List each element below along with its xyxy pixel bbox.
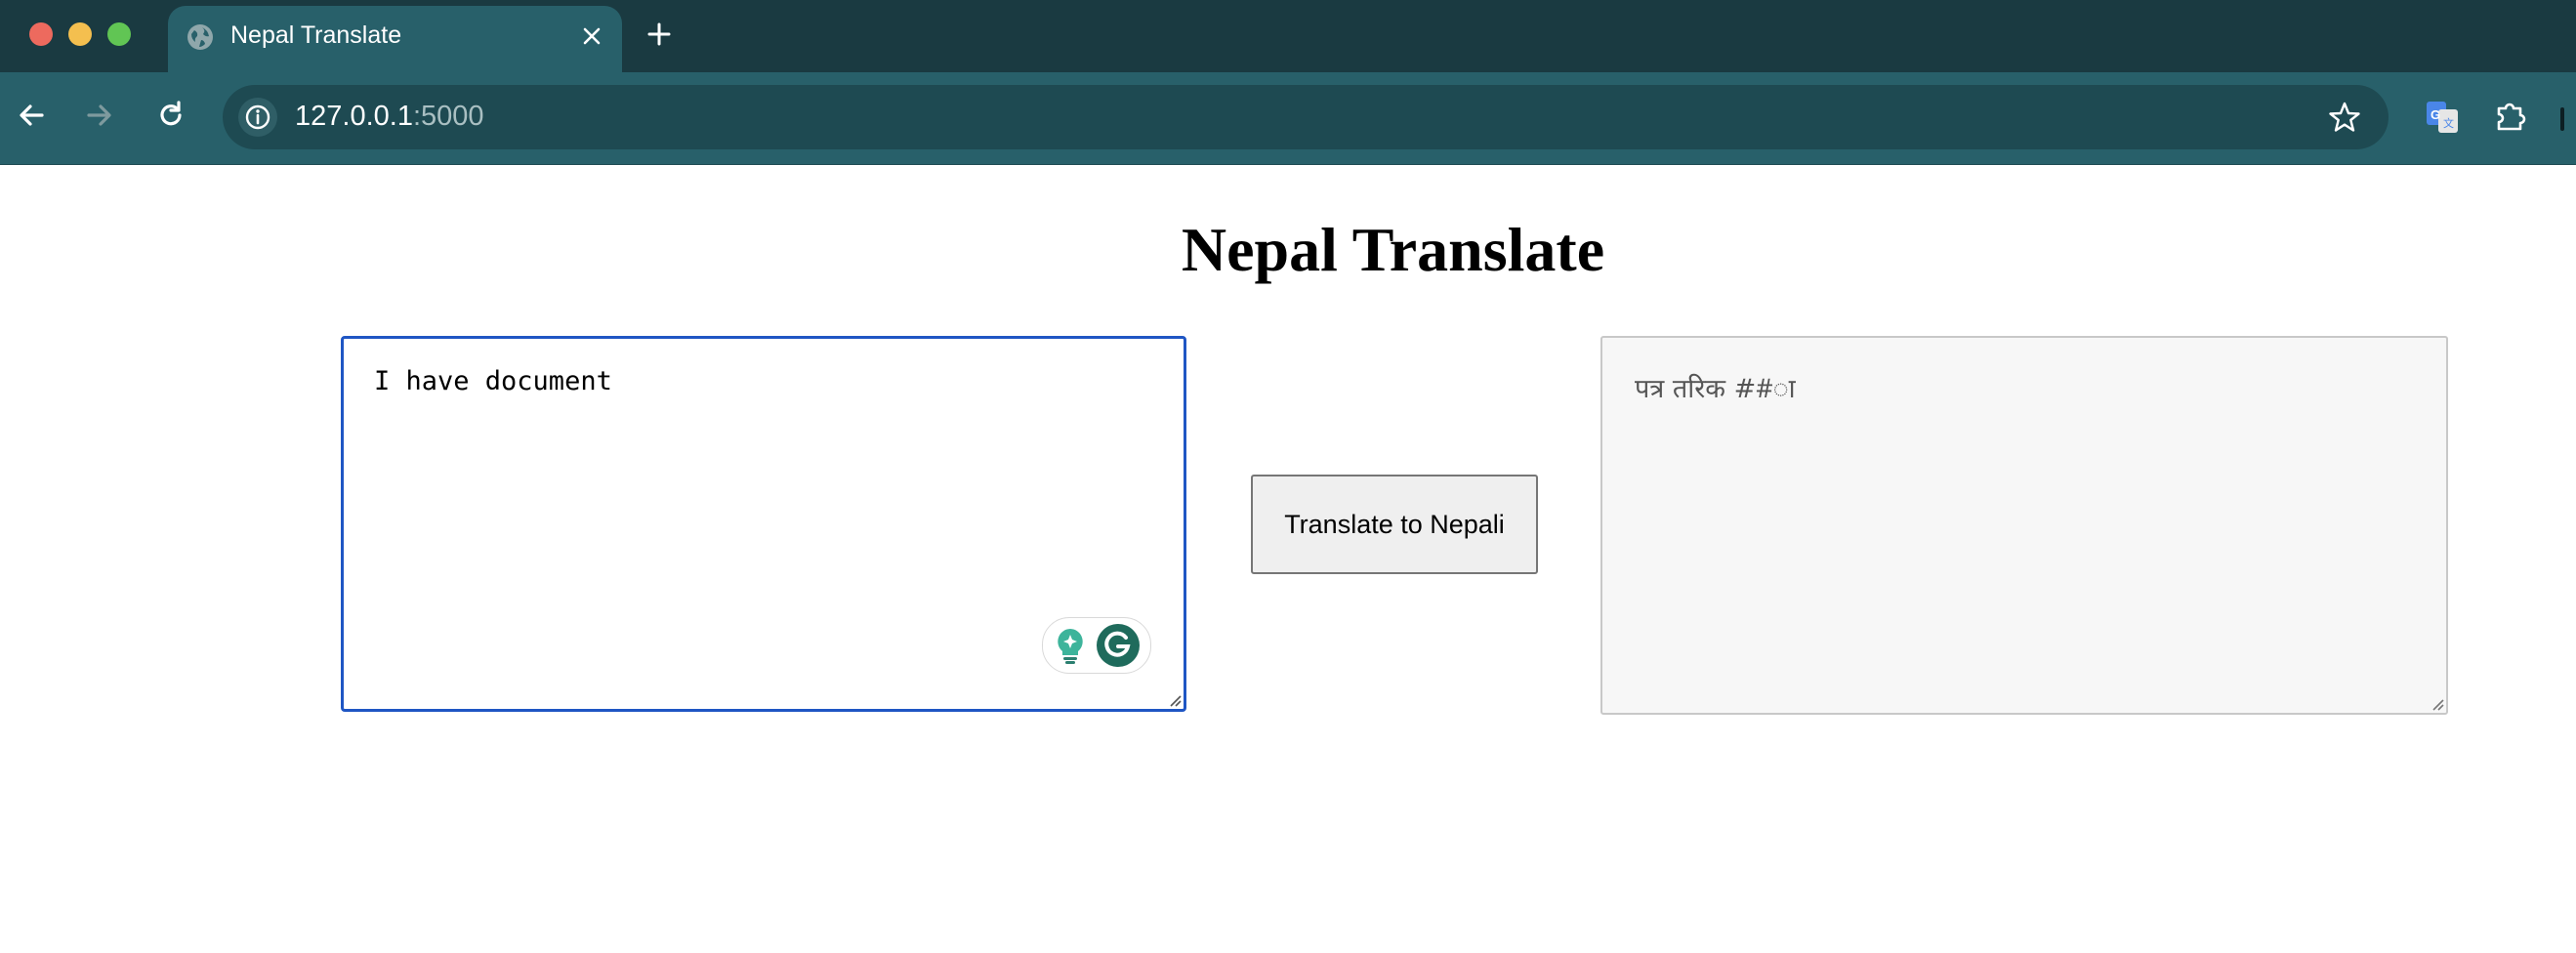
plus-icon[interactable] <box>644 20 674 49</box>
tab-title: Nepal Translate <box>230 21 402 49</box>
forward-button[interactable] <box>80 96 119 135</box>
back-button[interactable] <box>12 96 51 135</box>
close-window-button[interactable] <box>29 22 53 46</box>
close-icon[interactable] <box>579 23 604 49</box>
translation-output-area[interactable]: पत्र तरिक ##ा <box>1600 336 2448 715</box>
grammarly-widget[interactable] <box>1042 617 1151 674</box>
browser-toolbar: 127.0.0.1:5000 G 文 <box>0 72 2576 165</box>
globe-icon <box>187 24 213 50</box>
url-text[interactable]: 127.0.0.1:5000 <box>295 101 484 133</box>
minimize-window-button[interactable] <box>68 22 92 46</box>
google-translate-icon[interactable]: G 文 <box>2425 100 2460 135</box>
arrow-right-icon <box>87 104 111 126</box>
maximize-window-button[interactable] <box>107 22 131 46</box>
resize-grip-icon[interactable] <box>2429 695 2444 711</box>
site-info-button[interactable] <box>238 98 277 137</box>
url-port: :5000 <box>412 101 484 132</box>
url-host: 127.0.0.1 <box>295 101 413 132</box>
puzzle-icon[interactable] <box>2494 98 2529 133</box>
tab-strip: Nepal Translate <box>0 0 2576 72</box>
svg-text:G: G <box>2431 107 2440 122</box>
translate-button[interactable]: Translate to Nepali <box>1251 475 1538 574</box>
reload-button[interactable] <box>151 96 190 135</box>
source-text-value: I have document <box>374 366 612 396</box>
resize-grip-icon[interactable] <box>1166 691 1182 707</box>
source-text-area[interactable]: I have document <box>341 336 1186 712</box>
page-content: Nepal Translate I have document Translat… <box>0 165 2576 953</box>
toolbar-divider <box>2560 107 2564 131</box>
heading-container: Nepal Translate <box>0 214 2576 286</box>
star-icon[interactable] <box>2328 101 2361 134</box>
page-title: Nepal Translate <box>1181 215 1605 284</box>
reload-icon <box>160 101 182 126</box>
grammarly-g-icon[interactable] <box>1096 623 1141 668</box>
arrow-left-icon <box>20 104 44 126</box>
address-bar[interactable]: 127.0.0.1:5000 <box>223 85 2389 149</box>
svg-text:文: 文 <box>2443 116 2454 130</box>
browser-tab[interactable]: Nepal Translate <box>168 6 622 72</box>
info-icon <box>245 104 270 130</box>
translation-output-value: पत्र तरिक ##ा <box>1635 374 1796 404</box>
bulb-sparkle-icon[interactable] <box>1053 626 1088 665</box>
